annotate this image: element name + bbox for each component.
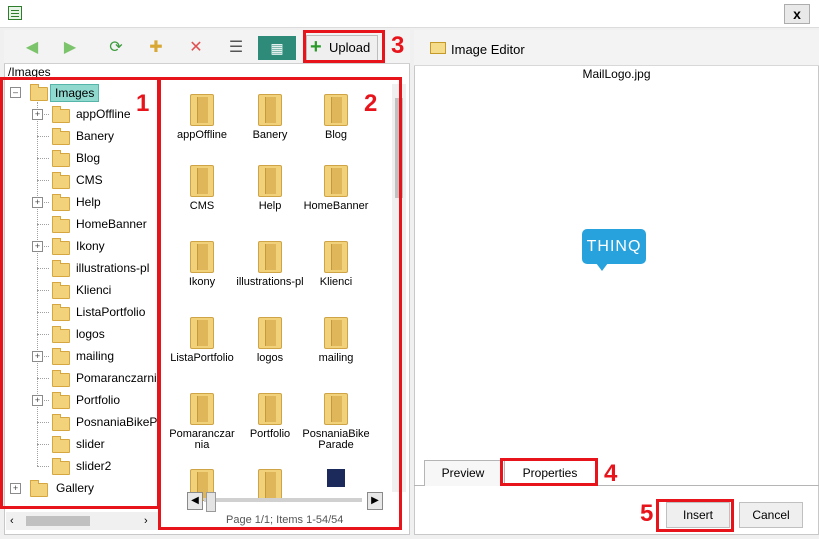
cancel-button[interactable]: Cancel [739,502,803,528]
editor-title: Image Editor [451,42,525,57]
refresh-icon[interactable]: ⟳ [102,36,130,60]
arrow-right-icon[interactable]: ▶ [56,36,84,60]
scroll-right-icon[interactable]: › [144,515,148,527]
thumbnail-view-icon[interactable]: ▦ [258,36,296,60]
list-view-icon[interactable]: ☰ [222,36,250,60]
annotation-number-2: 2 [364,90,378,117]
scroll-left-icon[interactable]: ‹ [10,515,14,527]
annotation-box-3 [303,30,385,63]
annotation-box-1 [0,77,160,509]
annotation-box-5 [656,499,734,532]
app-icon [8,6,22,20]
annotation-number-3: 3 [391,32,405,59]
arrow-left-icon[interactable]: ◀ [18,36,46,60]
tree-horizontal-scrollbar[interactable]: ‹ › [6,512,158,530]
annotation-number-1: 1 [136,90,150,117]
new-folder-icon[interactable]: ✚ [142,36,170,60]
image-preview-logo: THINQ [582,229,646,264]
annotation-box-4 [500,458,598,486]
annotation-number-5: 5 [640,500,654,527]
title-bar [0,0,819,28]
scroll-thumb[interactable] [26,516,90,526]
annotation-box-2 [158,77,402,530]
image-editor-icon [430,42,446,54]
file-name: MailLogo.jpg [582,67,651,81]
annotation-number-4: 4 [604,460,618,487]
logo-speech-tail [596,263,608,271]
delete-icon[interactable]: ✕ [182,36,210,60]
close-button[interactable]: x [784,4,810,24]
tab-preview[interactable]: Preview [424,460,502,486]
